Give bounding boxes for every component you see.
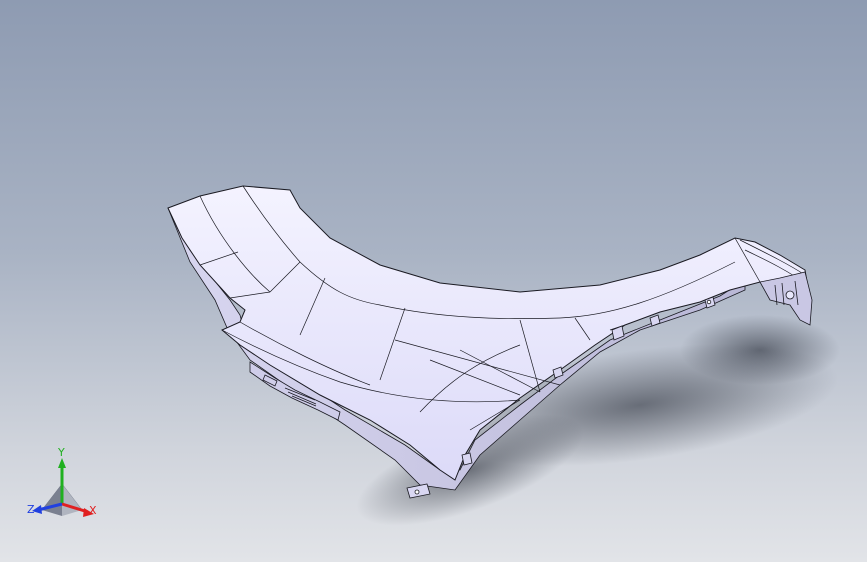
- triad-graphic: [32, 458, 94, 517]
- view-triad[interactable]: Y X Z: [22, 446, 112, 526]
- fender-model[interactable]: [0, 0, 867, 562]
- triad-z-label: Z: [27, 503, 35, 516]
- graphics-viewport[interactable]: Y X Z: [0, 0, 867, 562]
- triad-x-label: X: [89, 504, 97, 517]
- triad-y-label: Y: [58, 446, 65, 459]
